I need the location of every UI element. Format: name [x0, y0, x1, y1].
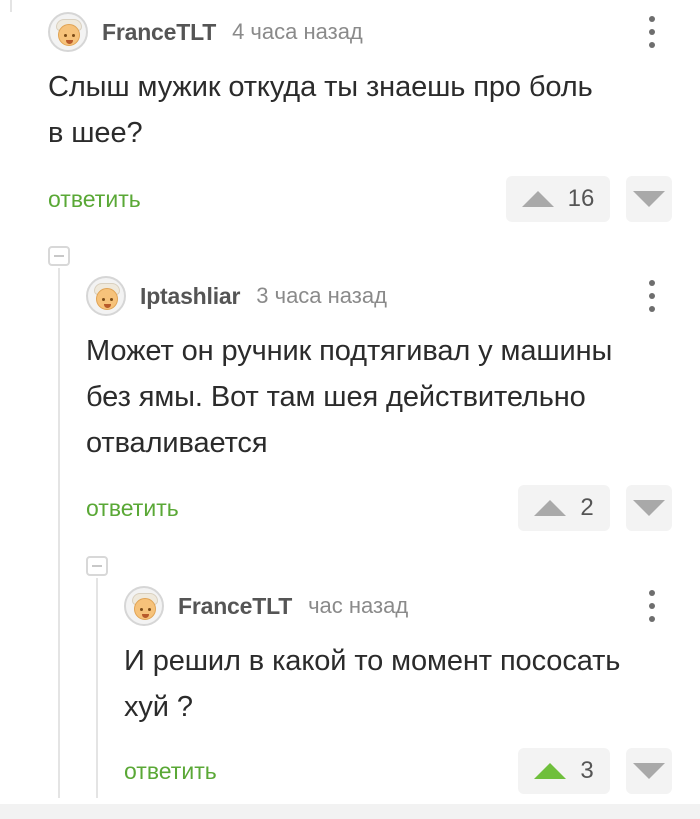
arrow-down-icon [633, 763, 665, 779]
collapse-thread-button[interactable] [48, 246, 70, 266]
reply-link[interactable]: ответить [48, 186, 141, 213]
comment: FranceTLT час назад И решил в какой то м… [124, 586, 672, 801]
thread-line-level-1 [58, 268, 60, 798]
username[interactable]: Iptashliar [140, 283, 240, 310]
vote-count: 3 [580, 757, 594, 784]
comment: FranceTLT 4 часа назад Слыш мужик откуда… [48, 12, 672, 227]
comment-time[interactable]: 3 часа назад [256, 283, 387, 309]
arrow-down-icon [633, 191, 665, 207]
username[interactable]: FranceTLT [178, 593, 292, 620]
username[interactable]: FranceTLT [102, 19, 216, 46]
arrow-down-icon [633, 500, 665, 516]
avatar[interactable] [86, 276, 126, 316]
downvote-button[interactable] [626, 176, 672, 222]
arrow-up-icon [534, 763, 567, 779]
comment-header: FranceTLT 4 часа назад [48, 12, 664, 52]
downvote-button[interactable] [626, 485, 672, 531]
comment: Iptashliar 3 часа назад Может он ручник … [86, 276, 672, 536]
upvote-button[interactable]: 3 [518, 748, 610, 794]
thread-line-level-2 [96, 578, 98, 798]
more-vertical-icon[interactable] [640, 588, 664, 624]
comment-time[interactable]: 4 часа назад [232, 19, 363, 45]
avatar[interactable] [48, 12, 88, 52]
comment-text: И решил в какой то момент пососать хуй ? [124, 645, 621, 723]
bottom-divider [0, 804, 700, 819]
more-vertical-icon[interactable] [640, 14, 664, 50]
comment-footer: ответить 3 [124, 748, 672, 794]
comment-header: FranceTLT час назад [124, 586, 664, 626]
upvote-button[interactable]: 2 [518, 485, 610, 531]
upvote-button[interactable]: 16 [506, 176, 610, 222]
arrow-up-icon [521, 191, 554, 207]
comment-text: Слыш мужик откуда ты знаешь про боль в ш… [48, 71, 593, 149]
avatar[interactable] [124, 586, 164, 626]
vote-count: 16 [567, 185, 595, 212]
arrow-up-icon [534, 500, 567, 516]
downvote-button[interactable] [626, 748, 672, 794]
comment-footer: ответить 16 [48, 176, 672, 222]
comment-header: Iptashliar 3 часа назад [86, 276, 664, 316]
comment-time[interactable]: час назад [308, 593, 408, 619]
more-vertical-icon[interactable] [640, 278, 664, 314]
collapse-thread-button[interactable] [86, 556, 108, 576]
vote-count: 2 [580, 494, 594, 521]
reply-link[interactable]: ответить [124, 758, 217, 785]
comment-text: Может он ручник подтягивал у машины без … [86, 335, 613, 459]
comment-footer: ответить 2 [86, 485, 672, 531]
reply-link[interactable]: ответить [86, 495, 179, 522]
thread-line-level-0 [10, 0, 12, 12]
